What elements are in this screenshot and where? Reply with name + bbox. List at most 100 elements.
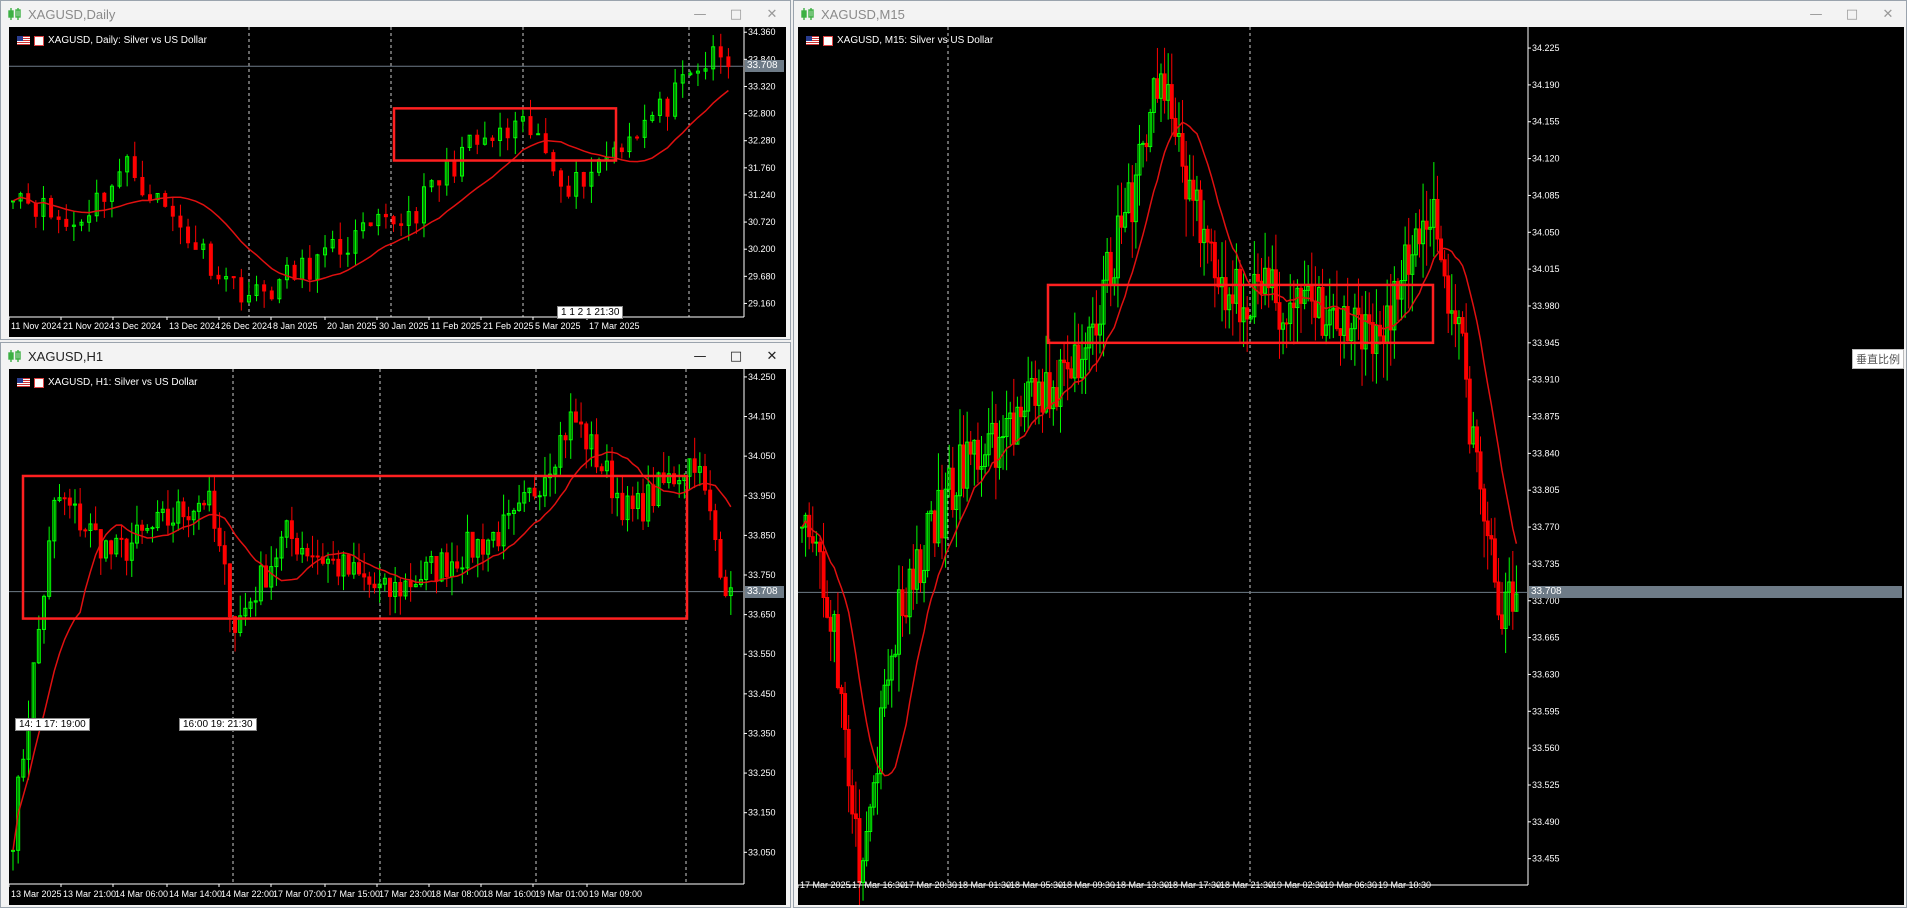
chart-svg-daily: 34.36033.84033.32032.80032.28031.76031.2…	[9, 27, 776, 331]
price-tick-label: 33.320	[748, 81, 776, 91]
candle-body	[961, 444, 966, 489]
candle-body	[537, 495, 542, 498]
candle-body	[911, 568, 916, 590]
candle-body	[434, 555, 439, 582]
price-tick-label: 33.050	[748, 847, 776, 857]
candle-body	[186, 226, 191, 244]
annotation-rectangle	[392, 107, 618, 162]
candle-body	[594, 434, 599, 468]
price-tick-label: 34.015	[1532, 264, 1560, 274]
candle-body	[800, 526, 804, 529]
candle-body	[723, 576, 728, 597]
candle-body	[1069, 368, 1074, 379]
minimize-button[interactable]: —	[682, 1, 718, 27]
minimize-button[interactable]: —	[682, 343, 718, 369]
candle-body	[940, 489, 945, 539]
time-scroll-tag[interactable]: 1 1 2 1 21:30	[557, 306, 624, 319]
price-tick-label: 33.630	[1532, 669, 1560, 679]
candle-body	[336, 558, 341, 577]
titlebar-daily[interactable]: XAGUSD,Daily — □ ✕	[1, 1, 790, 27]
current-price-tag: 33.708	[745, 585, 784, 598]
chart-area-h1[interactable]: XAGUSD, H1: Silver vs US Dollar 34.250 34…	[9, 369, 786, 905]
candle-body	[391, 216, 396, 225]
candle-body	[307, 257, 312, 280]
time-scroll-tag[interactable]: 16:00 19: 21:30	[179, 718, 257, 731]
candle-body	[1338, 328, 1343, 336]
candle-body	[414, 211, 419, 224]
price-tick-label: 33.560	[1532, 743, 1560, 753]
window-h1[interactable]: XAGUSD,H1 — □ ✕ XAGUSD, H1: Silver vs US…	[0, 342, 791, 908]
titlebar-h1[interactable]: XAGUSD,H1 — □ ✕	[1, 343, 790, 369]
candle-body	[67, 497, 72, 506]
candle-body	[1277, 302, 1282, 330]
price-tick-label: 29.680	[748, 271, 776, 281]
moving-average-line	[801, 121, 1518, 777]
time-tick-label: 13 Mar 2025	[11, 889, 62, 899]
candle-body	[1230, 294, 1235, 304]
candle-body	[1367, 314, 1372, 324]
current-price-tag: 33.708	[745, 60, 784, 73]
price-tick-label: 34.120	[1532, 154, 1560, 164]
candle-body	[124, 538, 129, 561]
candle-body	[181, 501, 186, 518]
candle-body	[102, 192, 107, 202]
close-button[interactable]: ✕	[754, 343, 790, 369]
time-tick-label: 17 Mar 07:00	[273, 889, 326, 899]
candle-body	[399, 223, 404, 226]
time-tick-label: 5 Mar 2025	[535, 321, 581, 331]
price-tick-label: 32.280	[748, 136, 776, 146]
candle-body	[1065, 362, 1070, 370]
time-tick-label: 17 Mar 2025	[800, 880, 851, 890]
candle-body	[532, 487, 537, 497]
candle-body	[1291, 302, 1296, 309]
candle-body	[346, 554, 351, 575]
chart-area-m15[interactable]: XAGUSD, M15: Silver vs US Dollar 34.225 3…	[798, 27, 1904, 905]
candle-body	[383, 213, 388, 218]
candle-body	[11, 849, 15, 852]
candle-body	[975, 439, 980, 470]
time-tick-label: 19 Mar 09:00	[589, 889, 642, 899]
candle-body	[165, 508, 170, 526]
candle-body	[1500, 614, 1505, 630]
candle-body	[968, 441, 973, 455]
close-button[interactable]: ✕	[754, 1, 790, 27]
candle-body	[1062, 359, 1067, 364]
time-tick-label: 17 Mar 2025	[589, 321, 640, 331]
window-daily[interactable]: XAGUSD,Daily — □ ✕ XAGUSD, Daily: Silver…	[0, 0, 791, 340]
candle-body	[231, 276, 236, 279]
close-button[interactable]: ✕	[1870, 1, 1906, 27]
candle-body	[170, 205, 175, 217]
time-tick-label: 17 Mar 15:00	[327, 889, 380, 899]
maximize-button[interactable]: □	[718, 1, 754, 27]
candle-body	[1435, 198, 1440, 240]
candle-body	[505, 127, 510, 139]
candle-body	[692, 458, 697, 473]
maximize-button[interactable]: □	[718, 343, 754, 369]
titlebar-m15[interactable]: XAGUSD,M15 — □ ✕	[794, 1, 1906, 27]
candle-body	[713, 510, 718, 541]
candle-body	[372, 583, 377, 589]
time-scroll-tag[interactable]: 14: 1 17: 19:00	[15, 718, 90, 731]
candle-body	[1334, 307, 1339, 330]
candle-body	[665, 98, 670, 117]
candle-body	[475, 134, 480, 145]
candle-body	[1482, 488, 1487, 522]
candle-body	[857, 818, 862, 883]
candle-body	[573, 411, 578, 423]
candle-body	[610, 460, 615, 499]
candle-body	[918, 549, 923, 584]
window-m15[interactable]: XAGUSD,M15 — □ ✕ XAGUSD, M15: Silver vs …	[793, 0, 1907, 908]
time-tick-label: 18 Mar 21:30	[1220, 880, 1273, 890]
candle-body	[305, 547, 310, 557]
candle-body	[1119, 215, 1124, 228]
price-tick-label: 33.910	[1532, 375, 1560, 385]
candle-body	[1245, 307, 1250, 320]
candle-body	[147, 194, 152, 201]
minimize-button[interactable]: —	[1798, 1, 1834, 27]
candle-body	[1184, 165, 1189, 200]
candle-body	[490, 137, 495, 142]
price-tick-label: 33.650	[748, 610, 776, 620]
maximize-button[interactable]: □	[1834, 1, 1870, 27]
chart-area-daily[interactable]: XAGUSD, Daily: Silver vs US Dollar 34.36…	[9, 27, 786, 337]
candle-body	[202, 502, 207, 506]
